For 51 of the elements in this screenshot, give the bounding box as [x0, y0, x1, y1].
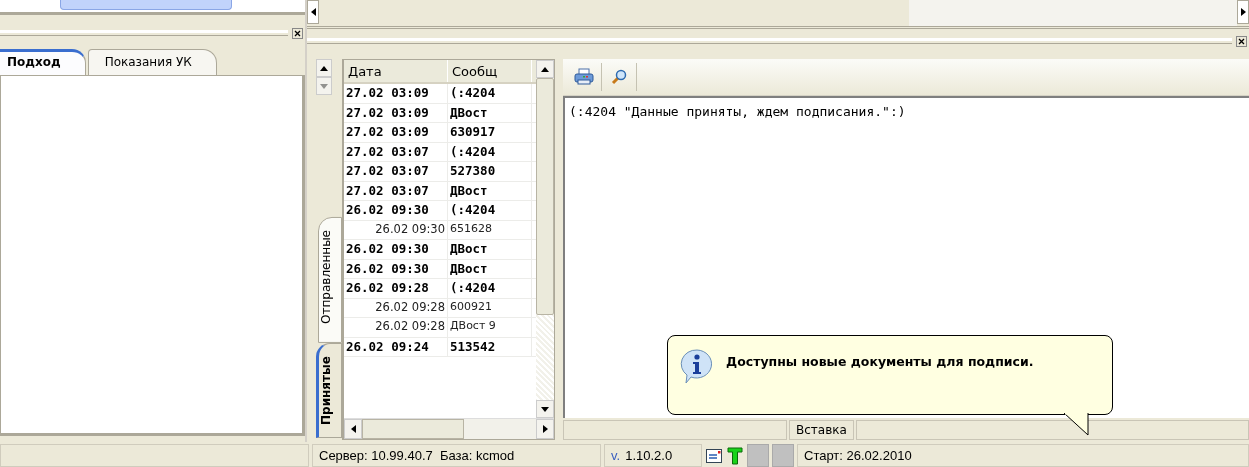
start-label: Старт: 26.02.2010: [797, 444, 1249, 467]
table-cell: 26.02 09:24: [344, 337, 448, 356]
table-cell: 27.02 03:09: [344, 123, 448, 142]
table-cell: (:4204: [448, 84, 532, 103]
table-cell: (:4204: [448, 142, 532, 161]
printer-icon[interactable]: [573, 66, 595, 88]
table-cell: 26.02 09:28: [344, 279, 448, 298]
table-cell: 27.02 03:07: [344, 162, 448, 181]
table-cell: 27.02 03:09: [344, 103, 448, 122]
table-cell: 26.02 09:30: [344, 240, 448, 259]
table-cell: ДВост 9: [448, 318, 532, 337]
column-header[interactable]: Сообщ: [448, 60, 532, 82]
table-cell: 513542: [448, 337, 532, 356]
table-cell: ДВост: [448, 240, 532, 259]
table-cell: ДВост: [448, 181, 532, 200]
table-cell: (:4204: [448, 279, 532, 298]
info-icon: [680, 348, 714, 384]
side-tab[interactable]: Принятые: [316, 343, 342, 438]
close-icon[interactable]: [1236, 35, 1247, 47]
table-cell: 26.02 09:28: [344, 318, 448, 337]
close-icon[interactable]: [292, 27, 303, 39]
table-cell: 651628: [448, 220, 532, 239]
tab[interactable]: Показания УК: [87, 49, 217, 75]
side-tab[interactable]: Отправленные: [318, 217, 342, 343]
table-cell: 600921: [448, 298, 532, 317]
scroll-up-button[interactable]: [316, 59, 332, 77]
table-cell: 27.02 03:07: [344, 142, 448, 161]
table-cell: 527380: [448, 162, 532, 181]
version-prefix: v.: [611, 448, 621, 463]
version-label: 1.10.2.0: [625, 448, 673, 463]
table-cell: ДВост: [448, 259, 532, 278]
status-indicator: [772, 444, 794, 467]
table-cell: 26.02 09:30: [344, 201, 448, 220]
t-icon[interactable]: [726, 444, 744, 467]
scrollbar[interactable]: [307, 0, 1249, 29]
scrollbar[interactable]: [536, 60, 554, 418]
scrollbar[interactable]: [0, 0, 305, 15]
column-header[interactable]: Дата: [344, 60, 448, 82]
table-cell: ДВост: [448, 103, 532, 122]
notification-text: Доступны новые документы для подписи.: [726, 353, 1034, 369]
table-cell: 26.02 09:28: [344, 298, 448, 317]
server-label: Сервер: 10.99.40.7 База: kcmod: [312, 444, 601, 467]
table-cell: (:4204: [448, 201, 532, 220]
table-cell: 26.02 09:30: [344, 220, 448, 239]
table-cell: 27.02 03:07: [344, 181, 448, 200]
tab[interactable]: Подход: [0, 49, 86, 75]
table-cell: 27.02 03:09: [344, 84, 448, 103]
table-cell: 630917: [448, 123, 532, 142]
status-indicator: [747, 444, 769, 467]
insert-mode-label: Вставка: [789, 420, 854, 440]
table-cell: 26.02 09:30: [344, 259, 448, 278]
